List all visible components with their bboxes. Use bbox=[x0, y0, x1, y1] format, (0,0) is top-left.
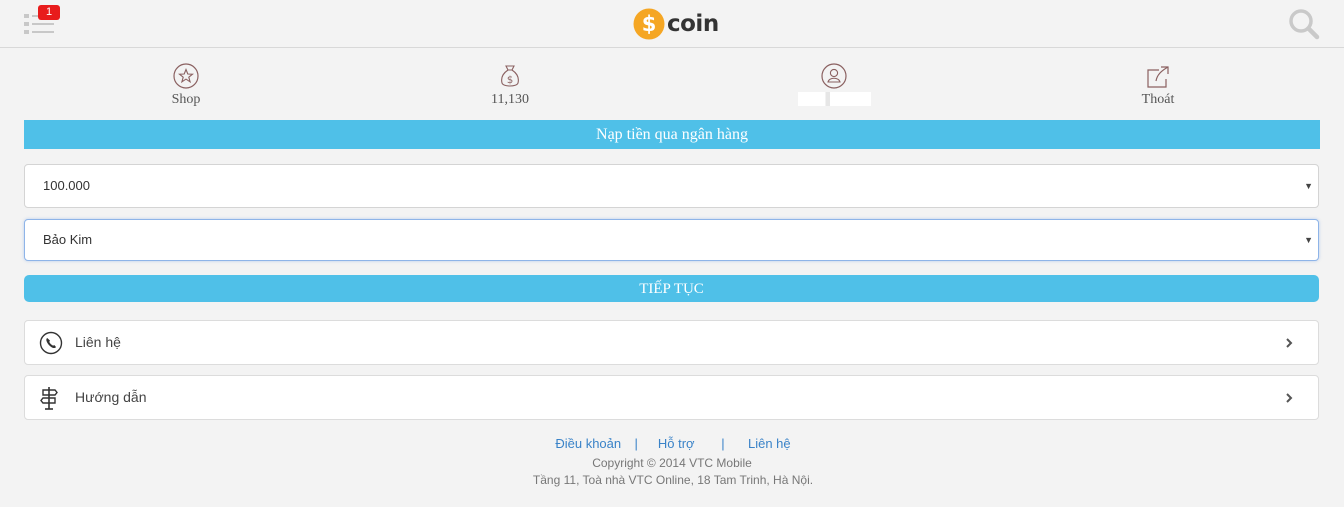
footer-address: Tầng 11, Toà nhà VTC Online, 18 Tam Trin… bbox=[532, 473, 814, 487]
nav-account[interactable] bbox=[774, 60, 894, 108]
user-circle-icon bbox=[821, 63, 847, 89]
row-guide[interactable]: Hướng dẫn bbox=[24, 375, 1319, 420]
caret-down-icon: ▼ bbox=[1304, 181, 1313, 191]
nav-logout[interactable]: Thoát bbox=[1098, 60, 1218, 108]
notification-badge: 1 bbox=[38, 5, 60, 20]
logout-share-icon bbox=[1147, 66, 1169, 88]
section-title: Nạp tiền qua ngân hàng bbox=[24, 120, 1320, 149]
menu-button[interactable]: 1 bbox=[22, 5, 60, 40]
nav-balance-label: 11,130 bbox=[491, 92, 529, 107]
footer-copyright: Copyright © 2014 VTC Mobile bbox=[592, 456, 752, 470]
signpost-icon bbox=[40, 387, 58, 410]
chevron-right-icon bbox=[1286, 338, 1293, 348]
footer-links: Điều khoản | Hỗ trợ | Liên hệ bbox=[2, 436, 1344, 452]
amount-select[interactable]: 100.000 ▼ bbox=[24, 164, 1319, 208]
footer-link-terms[interactable]: Điều khoản bbox=[555, 436, 621, 451]
footer-separator: | bbox=[721, 436, 725, 451]
nav-account-label bbox=[774, 92, 894, 108]
coin-logo-icon: $ bbox=[633, 8, 665, 40]
continue-button[interactable]: TIẾP TỤC bbox=[24, 275, 1319, 302]
footer: Điều khoản | Hỗ trợ | Liên hệ Copyright … bbox=[0, 436, 1344, 488]
bank-select[interactable]: Bảo Kim ▼ bbox=[24, 219, 1319, 261]
money-bag-icon: $ bbox=[501, 65, 519, 87]
caret-down-icon: ▼ bbox=[1304, 235, 1313, 245]
obscured-username bbox=[797, 92, 871, 106]
star-circle-icon bbox=[173, 63, 199, 89]
phone-icon bbox=[39, 331, 63, 355]
footer-link-support[interactable]: Hỗ trợ bbox=[658, 436, 695, 451]
top-bar: 1 $ coin bbox=[0, 0, 1344, 48]
search-button[interactable] bbox=[1286, 6, 1322, 42]
top-nav: Shop $ 11,130 Thoát bbox=[24, 60, 1320, 112]
row-guide-label: Hướng dẫn bbox=[75, 389, 147, 405]
row-contact-label: Liên hệ bbox=[75, 334, 121, 350]
bank-select-value: Bảo Kim bbox=[43, 232, 93, 247]
nav-shop-label: Shop bbox=[171, 92, 201, 107]
nav-logout-label: Thoát bbox=[1141, 92, 1175, 107]
logo-symbol: $ bbox=[642, 12, 657, 36]
amount-select-value: 100.000 bbox=[43, 178, 90, 193]
nav-shop[interactable]: Shop bbox=[126, 60, 246, 108]
logo[interactable]: $ coin bbox=[633, 7, 719, 41]
chevron-right-icon bbox=[1286, 393, 1293, 403]
logo-text: coin bbox=[667, 11, 719, 37]
search-icon bbox=[1289, 9, 1320, 40]
row-contact[interactable]: Liên hệ bbox=[24, 320, 1319, 365]
nav-balance[interactable]: $ 11,130 bbox=[450, 60, 570, 108]
footer-separator: | bbox=[634, 436, 638, 451]
svg-text:$: $ bbox=[507, 75, 513, 86]
footer-link-contact[interactable]: Liên hệ bbox=[748, 436, 791, 451]
